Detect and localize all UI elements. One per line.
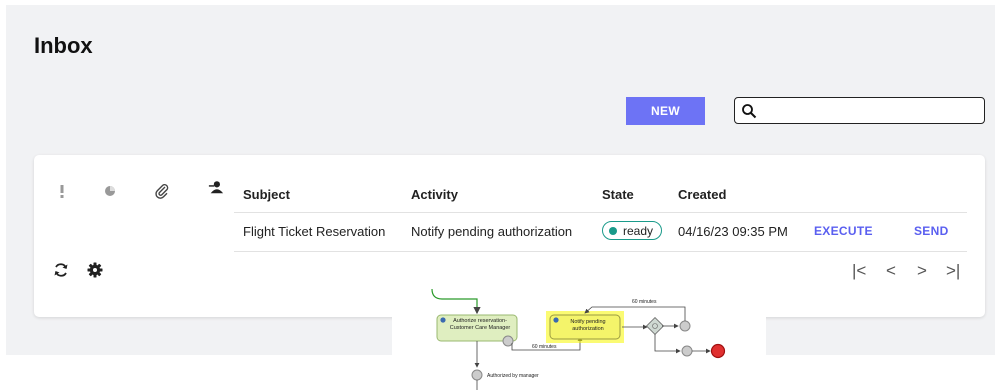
last-page-icon[interactable]: >| — [946, 261, 960, 281]
status-icon[interactable] — [102, 183, 118, 199]
state-label: ready — [623, 223, 654, 238]
settings-icon[interactable] — [86, 261, 104, 279]
first-page-icon[interactable]: |< — [852, 261, 866, 281]
gateway-icon — [645, 316, 665, 336]
timer-intermediate-icon — [679, 320, 691, 332]
column-subject[interactable]: Subject — [243, 187, 290, 202]
task2-label: Notify pending authorization — [570, 319, 606, 332]
table-header: Subject Activity State Created — [34, 155, 985, 213]
task1-label: Authorize reservation- Customer Care Man… — [449, 318, 511, 331]
search-icon — [742, 104, 757, 119]
column-created[interactable]: Created — [678, 187, 726, 202]
row-created: 04/16/23 09:35 PM — [678, 224, 788, 239]
send-button[interactable]: SEND — [914, 224, 949, 238]
priority-icon[interactable] — [54, 183, 70, 199]
assignee-icon[interactable] — [208, 179, 224, 195]
page-title: Inbox — [34, 33, 93, 58]
row-divider — [234, 251, 967, 252]
next-page-icon[interactable]: > — [917, 261, 927, 281]
refresh-icon[interactable] — [52, 261, 70, 279]
task-notify-pending[interactable]: Notify pending authorization — [546, 311, 624, 343]
new-button[interactable]: NEW — [626, 97, 705, 125]
ready-dot-icon — [609, 226, 617, 235]
search-box[interactable] — [734, 97, 985, 124]
message-event-icon — [681, 345, 693, 357]
column-state[interactable]: State — [602, 187, 634, 202]
process-diagram: Authorize reservation- Customer Care Man… — [392, 285, 766, 390]
state-badge: ready — [602, 221, 662, 240]
prev-page-icon[interactable]: < — [886, 261, 896, 281]
column-activity[interactable]: Activity — [411, 187, 458, 202]
execute-button[interactable]: EXECUTE — [814, 224, 873, 238]
event-label: Authorized by manager — [487, 373, 539, 379]
row-activity: Notify pending authorization — [411, 224, 573, 239]
row-subject: Flight Ticket Reservation — [243, 224, 386, 239]
search-input[interactable] — [759, 101, 979, 119]
timer-event-icon — [502, 335, 514, 347]
timer-top-label: 60 minutes — [632, 299, 657, 305]
table-footer: |< < > >| — [34, 259, 985, 285]
catch-event-icon — [471, 369, 483, 381]
end-event-icon — [710, 343, 726, 359]
incoming-flow — [431, 288, 481, 315]
table-row[interactable]: Flight Ticket Reservation Notify pending… — [34, 213, 985, 251]
timer-bottom-label: 60 minutes — [532, 344, 557, 350]
attachment-icon[interactable] — [154, 183, 170, 199]
